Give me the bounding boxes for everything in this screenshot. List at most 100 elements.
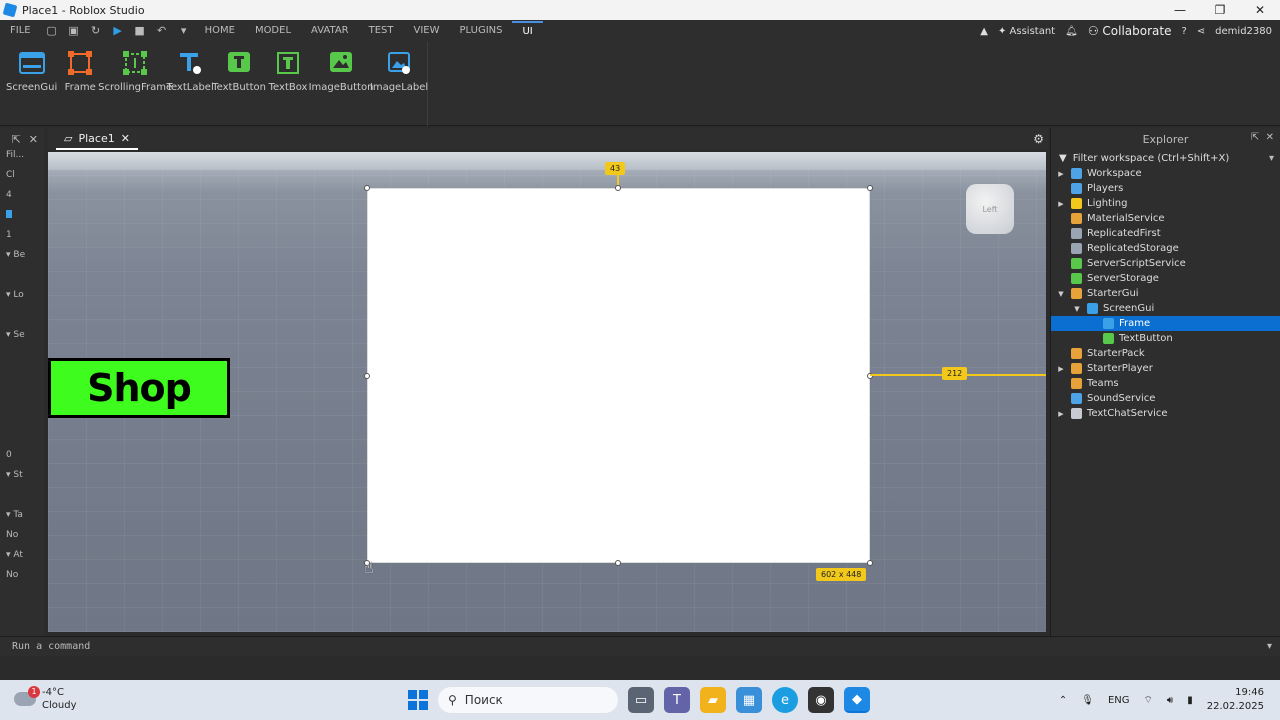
explorer-item[interactable]: ▶ StarterPlayer	[1051, 361, 1280, 376]
explorer-item[interactable]: ReplicatedFirst	[1051, 226, 1280, 241]
notifications-icon[interactable]: 🔔︎	[1065, 26, 1078, 37]
new-file-icon[interactable]: ▢	[46, 25, 58, 37]
explorer-item[interactable]: SoundService	[1051, 391, 1280, 406]
property-section[interactable]: ▾ At	[0, 550, 44, 570]
view-cube[interactable]: Left	[966, 184, 1014, 234]
imagebutton-tool[interactable]: ImageButton	[309, 42, 373, 102]
battery-icon[interactable]: ▮	[1187, 695, 1193, 706]
user-name[interactable]: demid2380	[1215, 26, 1272, 37]
store-icon[interactable]: ▦	[736, 687, 762, 713]
windows-start-icon[interactable]	[408, 690, 428, 710]
explorer-filter[interactable]: ▼ Filter workspace (Ctrl+Shift+X) ▾	[1051, 150, 1280, 166]
properties-filter[interactable]: Fil...	[0, 150, 44, 170]
explorer-item[interactable]: Players	[1051, 181, 1280, 196]
wifi-icon[interactable]: ⌔	[1144, 694, 1153, 707]
roblox-studio-taskbar-icon[interactable]: ◆	[844, 687, 870, 713]
expand-arrow-icon[interactable]: ▼	[1071, 305, 1083, 313]
tab-view[interactable]: VIEW	[404, 20, 450, 42]
selected-frame[interactable]	[367, 188, 870, 563]
explorer-item[interactable]: MaterialService	[1051, 211, 1280, 226]
explorer-item[interactable]: TextButton	[1051, 331, 1280, 346]
imagelabel-tool[interactable]: ImageLabel	[370, 42, 428, 102]
play-icon[interactable]: ▶	[112, 25, 124, 37]
microphone-icon[interactable]: 🎙︎	[1081, 695, 1094, 706]
tab-ui[interactable]: UI	[512, 21, 543, 41]
tab-home[interactable]: HOME	[195, 20, 245, 42]
clock[interactable]: 19:46 22.02.2025	[1207, 686, 1264, 714]
filter-dropdown-icon[interactable]: ▾	[1269, 153, 1274, 164]
redo-icon[interactable]: ↻	[90, 25, 102, 37]
quick-access-dropdown-icon[interactable]: ▾	[178, 25, 190, 37]
command-history-icon[interactable]: ▾	[1267, 641, 1272, 652]
file-explorer-icon[interactable]: ▰	[700, 687, 726, 713]
command-bar[interactable]: Run a command ▾	[0, 636, 1280, 656]
explorer-item[interactable]: StarterPack	[1051, 346, 1280, 361]
edge-icon[interactable]: e	[772, 687, 798, 713]
undock-icon[interactable]: ⇱	[1251, 132, 1259, 143]
stop-icon[interactable]: ■	[134, 25, 146, 37]
gear-icon[interactable]: ⚙	[1033, 132, 1044, 146]
resize-handle-bottom[interactable]	[615, 560, 621, 566]
explorer-item[interactable]: ▶ Lighting	[1051, 196, 1280, 211]
explorer-item[interactable]: ▶ TextChatService	[1051, 406, 1280, 421]
property-section[interactable]: ▾ Se	[0, 330, 44, 350]
explorer-item[interactable]: ▼ ScreenGui	[1051, 301, 1280, 316]
taskbar-search[interactable]: ⚲ Поиск	[438, 687, 618, 713]
resize-handle-bottom-right[interactable]	[867, 560, 873, 566]
expand-arrow-icon[interactable]: ▶	[1055, 170, 1067, 178]
viewport[interactable]: Shop 43 212 602 x 448 Left ☝	[48, 152, 1046, 632]
collaborate-button[interactable]: ⚇ Collaborate	[1088, 24, 1172, 38]
color-swatch[interactable]	[6, 210, 12, 218]
property-section[interactable]: ▾ Be	[0, 250, 44, 270]
tab-test[interactable]: TEST	[359, 20, 404, 42]
textlabel-tool[interactable]: TextLabel	[166, 42, 214, 102]
undo-icon[interactable]: ↶	[156, 25, 168, 37]
assistant-button[interactable]: ✦ Assistant	[998, 26, 1055, 37]
explorer-item[interactable]: ServerScriptService	[1051, 256, 1280, 271]
file-menu[interactable]: FILE	[0, 20, 41, 42]
explorer-item[interactable]: Teams	[1051, 376, 1280, 391]
explorer-item[interactable]: ReplicatedStorage	[1051, 241, 1280, 256]
screengui-tool[interactable]: ScreenGui	[6, 42, 57, 102]
panel-close-icon[interactable]: ✕	[1266, 132, 1274, 143]
help-icon[interactable]: ?	[1181, 26, 1186, 37]
property-section[interactable]: ▾ Lo	[0, 290, 44, 310]
expand-arrow-icon[interactable]: ▶	[1055, 200, 1067, 208]
weather-widget[interactable]: 1 -4°C Cloudy	[14, 686, 76, 712]
close-button[interactable]: ✕	[1240, 0, 1280, 20]
resize-handle-top[interactable]	[615, 185, 621, 191]
resize-handle-left[interactable]	[364, 373, 370, 379]
panel-close-icon[interactable]: ✕	[29, 133, 38, 146]
tab-model[interactable]: MODEL	[245, 20, 301, 42]
scrollingframe-tool[interactable]: ScrollingFrame	[98, 42, 172, 102]
textbox-tool[interactable]: TextBox	[264, 42, 312, 102]
minimize-button[interactable]: —	[1160, 0, 1200, 20]
obs-icon[interactable]: ◉	[808, 687, 834, 713]
close-tab-icon[interactable]: ✕	[121, 132, 130, 145]
resize-handle-top-right[interactable]	[867, 185, 873, 191]
command-input[interactable]: Run a command	[12, 641, 90, 652]
property-section[interactable]: ▾ Ta	[0, 510, 44, 530]
frame-tool[interactable]: Frame	[56, 42, 104, 102]
explorer-item[interactable]: ▶ Workspace	[1051, 166, 1280, 181]
tab-avatar[interactable]: AVATAR	[301, 20, 359, 42]
explorer-item[interactable]: ▼ StarterGui	[1051, 286, 1280, 301]
expand-arrow-icon[interactable]: ▶	[1055, 410, 1067, 418]
expand-arrow-icon[interactable]: ▶	[1055, 365, 1067, 373]
tab-plugins[interactable]: PLUGINS	[450, 20, 513, 42]
share-icon[interactable]: ⋖	[1197, 26, 1205, 37]
explorer-item[interactable]: Frame	[1051, 316, 1280, 331]
task-view-icon[interactable]: ▭	[628, 687, 654, 713]
tab-place1[interactable]: ▱ Place1 ✕	[56, 128, 138, 150]
language-indicator[interactable]: ENG	[1108, 695, 1130, 706]
expand-arrow-icon[interactable]: ▼	[1055, 290, 1067, 298]
undock-icon[interactable]: ⇱	[12, 133, 21, 146]
maximize-button[interactable]: ❐	[1200, 0, 1240, 20]
collapse-ribbon-icon[interactable]: ▲	[980, 26, 988, 37]
property-section[interactable]: ▾ St	[0, 470, 44, 490]
shop-button[interactable]: Shop	[48, 358, 230, 418]
save-icon[interactable]: ▣	[68, 25, 80, 37]
tray-overflow-icon[interactable]: ⌃	[1059, 695, 1067, 706]
teams-icon[interactable]: T	[664, 687, 690, 713]
volume-icon[interactable]: 🔊︎	[1167, 695, 1173, 706]
